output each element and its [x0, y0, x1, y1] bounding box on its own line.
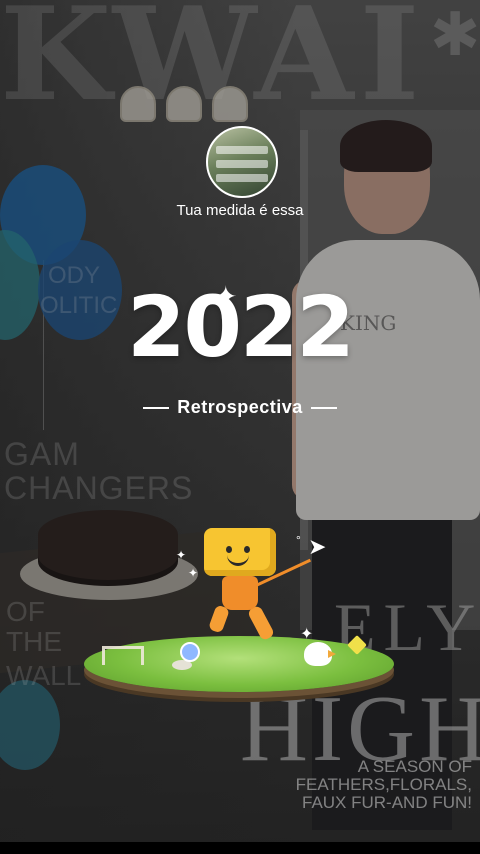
avatar-detail	[216, 160, 268, 168]
sparkle-dot-icon: °	[296, 533, 301, 547]
mascot-eye	[226, 546, 232, 553]
sparkle-icon: ✦	[300, 626, 314, 643]
avatar-detail	[216, 174, 268, 182]
subtitle-row: Retrospectiva	[0, 397, 480, 418]
flower-icon	[180, 642, 200, 662]
sparkle-dot-icon: ✦	[188, 566, 199, 580]
fence	[102, 646, 144, 665]
paper-plane-icon: ➤	[308, 534, 327, 559]
divider-line	[143, 406, 170, 409]
year-title: 2022	[127, 278, 355, 376]
bird-beak	[328, 650, 336, 658]
system-nav-bar	[0, 842, 480, 854]
avatar[interactable]	[206, 126, 278, 198]
mascot-eye	[244, 546, 250, 553]
sparkle-dot-icon: ✦	[176, 548, 187, 562]
sparkle-icon: ✦	[214, 281, 238, 312]
subtitle: Retrospectiva	[177, 397, 303, 417]
mascot-head	[204, 528, 276, 576]
story-caption: Tua medida é essa	[176, 202, 304, 219]
divider-line	[310, 406, 337, 409]
avatar-detail	[216, 146, 268, 154]
mascot-body	[222, 576, 258, 610]
